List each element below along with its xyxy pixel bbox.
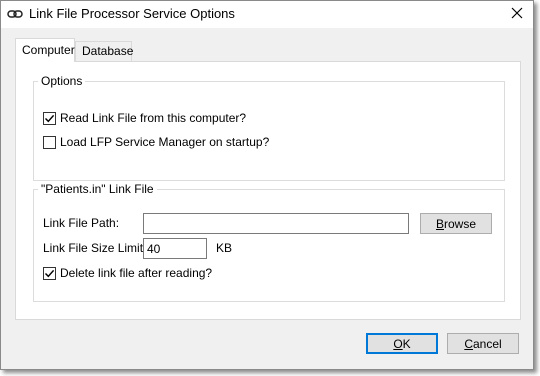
delete-after-label: Delete link file after reading? [60, 266, 213, 280]
read-link-file-option[interactable]: Read Link File from this computer? [43, 110, 246, 126]
tab-database[interactable]: Database [75, 41, 133, 61]
link-file-group-legend: "Patients.in" Link File [41, 182, 154, 196]
options-group-legend: Options [41, 74, 83, 88]
cancel-button-mnemonic: C [464, 336, 473, 351]
cancel-button-label: ancel [472, 336, 502, 351]
ok-button-mnemonic: O [393, 336, 403, 351]
ok-button[interactable]: OK [366, 333, 438, 354]
link-file-group: "Patients.in" Link File Link File Path: … [33, 182, 505, 302]
options-group: Options Read Link File from this compute… [33, 74, 505, 181]
link-file-size-label: Link File Size Limit: [43, 241, 147, 255]
browse-button[interactable]: Browse [420, 213, 492, 234]
close-icon [511, 7, 523, 22]
link-file-path-input[interactable] [143, 213, 409, 234]
close-button[interactable] [501, 1, 533, 27]
link-file-size-input[interactable] [143, 238, 207, 259]
link-file-path-label: Link File Path: [43, 216, 120, 230]
size-unit-label: KB [216, 241, 233, 255]
cancel-button[interactable]: Cancel [447, 333, 519, 354]
load-manager-option[interactable]: Load LFP Service Manager on startup? [43, 134, 269, 150]
tab-computer[interactable]: Computer [15, 38, 75, 62]
chain-link-icon [7, 7, 23, 21]
ok-button-label: K [402, 336, 411, 351]
read-link-file-checkbox[interactable] [43, 111, 56, 125]
window-title: Link File Processor Service Options [29, 6, 235, 21]
browse-button-label: rowse [444, 216, 477, 231]
load-manager-checkbox[interactable] [43, 135, 56, 149]
tab-panel-computer: Options Read Link File from this compute… [15, 61, 521, 320]
load-manager-label: Load LFP Service Manager on startup? [60, 135, 270, 149]
title-bar: Link File Processor Service Options [1, 1, 533, 28]
read-link-file-label: Read Link File from this computer? [60, 111, 247, 125]
delete-after-option[interactable]: Delete link file after reading? [43, 265, 212, 281]
browse-button-mnemonic: B [435, 216, 444, 231]
delete-after-checkbox[interactable] [43, 266, 56, 280]
dialog-window: Link File Processor Service Options Comp… [0, 0, 534, 370]
